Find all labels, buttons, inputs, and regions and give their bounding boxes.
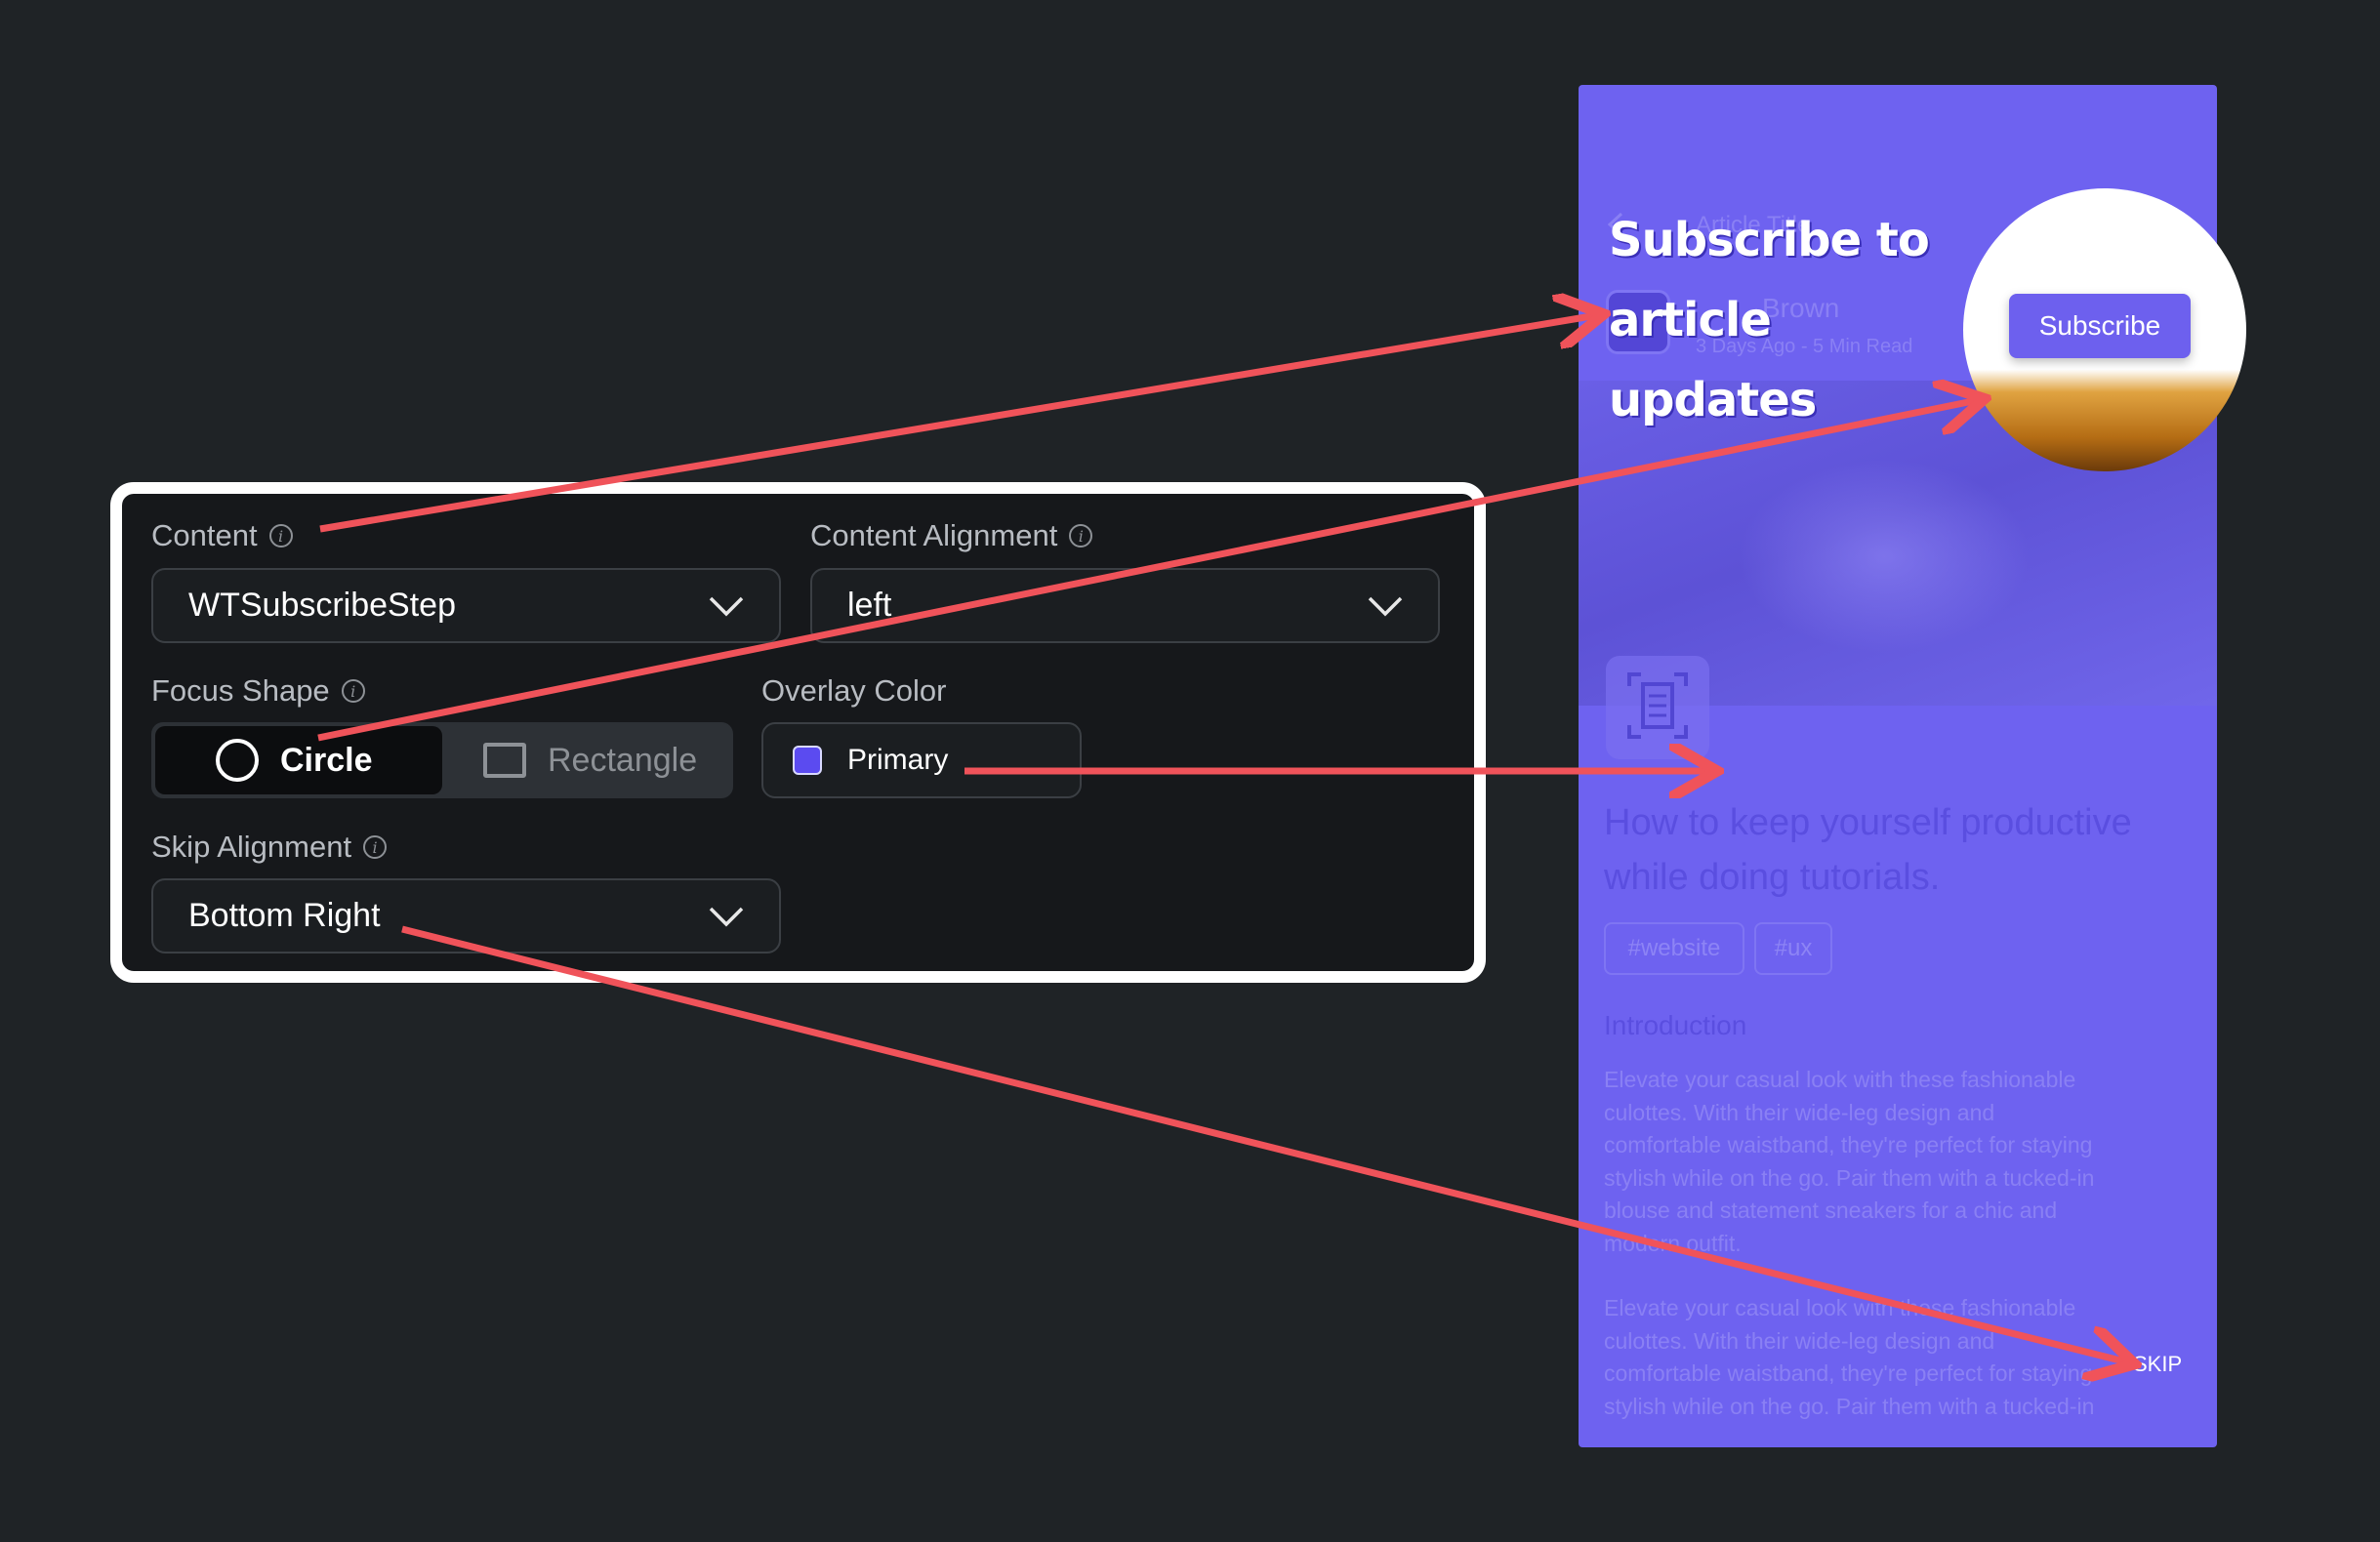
connector-arrows	[317, 0, 2380, 1542]
arrow-focus-shape	[317, 400, 1978, 742]
arrow-skip-alignment	[401, 925, 2128, 1362]
arrow-content	[319, 315, 1597, 533]
